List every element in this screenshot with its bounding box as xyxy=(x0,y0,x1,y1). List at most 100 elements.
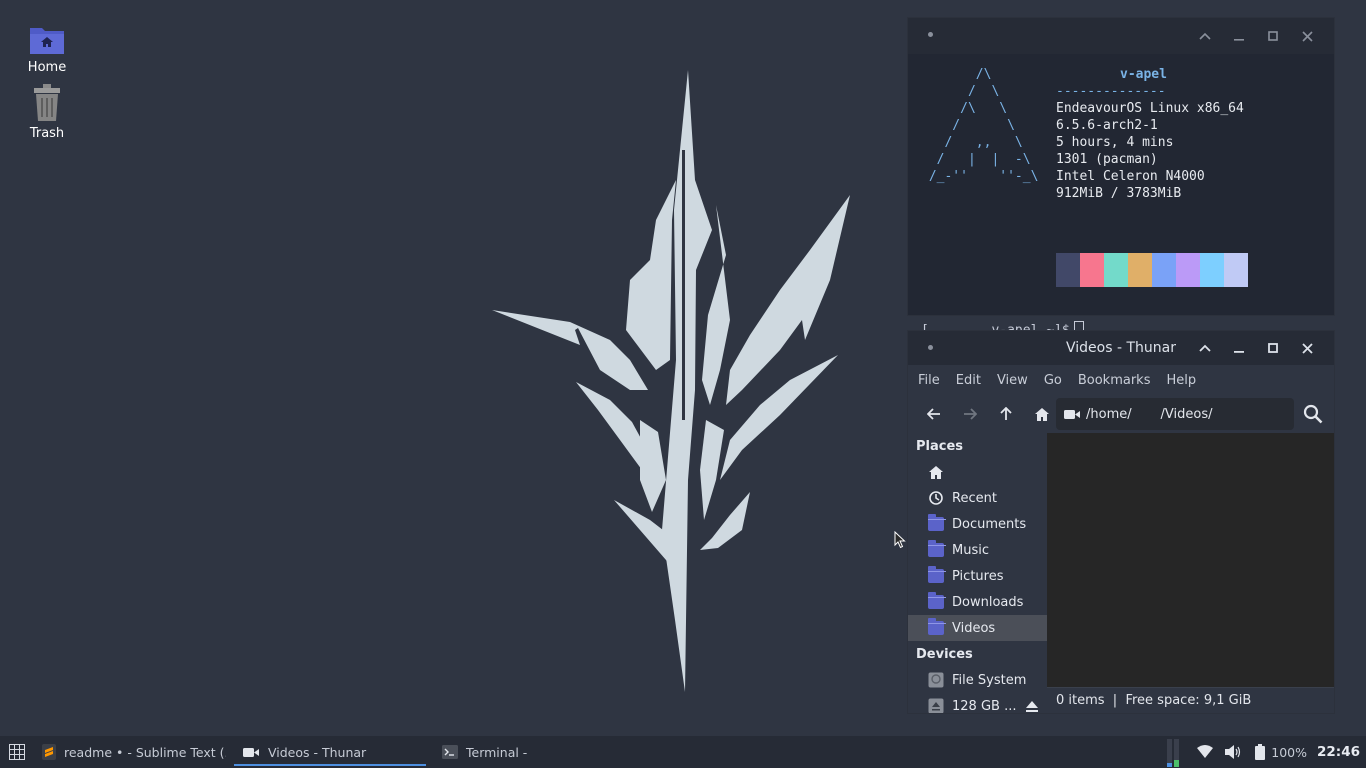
desktop-icon-home[interactable]: Home xyxy=(7,22,87,75)
close-icon xyxy=(1301,342,1313,354)
menu-bookmarks[interactable]: Bookmarks xyxy=(1078,373,1151,388)
video-camera-icon xyxy=(243,747,259,757)
up-button[interactable] xyxy=(988,399,1024,429)
terminal-output[interactable]: /\ / \ /\ \ / \ / ,, \ / | | -\ /_-'' ''… xyxy=(908,54,1334,338)
back-button[interactable] xyxy=(916,399,952,429)
color-swatch xyxy=(1224,253,1248,287)
sidebar-item-downloads[interactable]: Downloads xyxy=(908,589,1047,615)
desktop-icon-label: Home xyxy=(27,60,67,75)
task-terminal[interactable]: Terminal - ... xyxy=(434,736,628,768)
terminal-icon xyxy=(442,745,458,759)
trash-icon xyxy=(34,84,60,121)
window-menu-dot[interactable] xyxy=(928,345,933,350)
usb-drive-icon xyxy=(928,698,944,713)
color-swatch xyxy=(1128,253,1152,287)
minimize-button[interactable] xyxy=(1222,18,1256,54)
maximize-icon xyxy=(1268,343,1278,353)
battery-icon[interactable] xyxy=(1255,744,1266,760)
maximize-button[interactable] xyxy=(1256,331,1290,365)
fetch-separator: -------------- xyxy=(1056,84,1166,99)
sidebar-item-label: Downloads xyxy=(952,594,1024,610)
fetch-info: v-apel -------------- EndeavourOS Linux x8… xyxy=(1056,66,1244,202)
minimize-icon xyxy=(1234,351,1244,353)
color-swatch xyxy=(1056,253,1080,287)
home-icon xyxy=(1035,407,1049,421)
sidebar-item-pictures[interactable]: Pictures xyxy=(908,563,1047,589)
search-button[interactable] xyxy=(1298,399,1328,429)
terminal-window[interactable]: /\ / \ /\ \ / \ / ,, \ / | | -\ /_-'' ''… xyxy=(907,17,1335,338)
thunar-window[interactable]: Videos - Thunar File Edit View Go Bookma… xyxy=(907,330,1335,714)
color-swatch xyxy=(1152,253,1176,287)
task-thunar[interactable]: Videos - Thunar xyxy=(234,736,426,768)
menu-file[interactable]: File xyxy=(918,373,940,388)
clock[interactable]: 22:46 xyxy=(1317,744,1360,760)
sidebar-item-recent[interactable]: Recent xyxy=(908,485,1047,511)
fetch-uptime: 5 hours, 4 mins xyxy=(1056,135,1174,150)
desktop-icon-trash[interactable]: Trash xyxy=(7,84,87,141)
close-icon xyxy=(1301,30,1313,42)
fetch-user: v-apel xyxy=(1120,67,1167,82)
forward-button[interactable] xyxy=(952,399,988,429)
volume-icon[interactable] xyxy=(1225,745,1241,759)
sidebar-item-documents[interactable]: Documents xyxy=(908,511,1047,537)
shade-button[interactable] xyxy=(1188,331,1222,365)
home-button[interactable] xyxy=(1024,399,1060,429)
task-label: readme • - Sublime Text (... xyxy=(64,744,226,760)
task-label: Terminal - ... xyxy=(466,744,528,760)
fetch-kernel: 6.5.6-arch2-1 xyxy=(1056,118,1158,133)
terminal-titlebar[interactable] xyxy=(908,18,1334,54)
sidebar-item-music[interactable]: Music xyxy=(908,537,1047,563)
mouse-pointer-icon xyxy=(894,531,906,549)
menu-go[interactable]: Go xyxy=(1044,373,1062,388)
taskbar: readme • - Sublime Text (... Videos - Th… xyxy=(0,736,1366,768)
app-menu-button[interactable] xyxy=(0,736,34,768)
fetch-cpu: Intel Celeron N4000 xyxy=(1056,169,1205,184)
location-bar[interactable]: /home/ /Videos/ xyxy=(1056,398,1294,430)
menu-view[interactable]: View xyxy=(997,373,1028,388)
cpu-monitor[interactable] xyxy=(1167,737,1183,767)
arrow-left-icon xyxy=(927,408,940,420)
statusbar: 0 items | Free space: 9,1 GiB xyxy=(1047,687,1334,713)
menu-help[interactable]: Help xyxy=(1166,373,1196,388)
search-icon xyxy=(1303,404,1323,424)
thunar-titlebar[interactable]: Videos - Thunar xyxy=(908,331,1334,365)
folder-music-icon xyxy=(928,540,946,557)
toolbar: /home/ /Videos/ xyxy=(908,395,1334,433)
sidebar-item-label: Pictures xyxy=(952,568,1004,584)
task-label: Videos - Thunar xyxy=(268,744,367,760)
shade-button[interactable] xyxy=(1188,18,1222,54)
cpu-bar xyxy=(1167,739,1173,767)
minimize-icon xyxy=(1234,39,1244,41)
menubar: File Edit View Go Bookmarks Help xyxy=(908,365,1334,395)
window-menu-dot[interactable] xyxy=(928,32,933,37)
sidebar-item-videos[interactable]: Videos xyxy=(908,615,1047,641)
sidebar-item-label: Documents xyxy=(952,516,1027,532)
sidebar-item-usb-drive[interactable]: 128 GB ... xyxy=(908,693,1047,713)
sidebar-item-home[interactable] xyxy=(908,459,1047,485)
fetch-packages: 1301 (pacman) xyxy=(1056,152,1158,167)
home-folder-icon xyxy=(30,28,64,54)
sidebar-item-file-system[interactable]: File System xyxy=(908,667,1047,693)
color-swatch xyxy=(1080,253,1104,287)
file-view[interactable] xyxy=(1047,433,1334,687)
sidebar-item-label: Recent xyxy=(952,490,997,506)
eject-icon[interactable] xyxy=(1026,700,1039,712)
sidebar-item-label: 128 GB ... xyxy=(952,698,1017,714)
arrow-right-icon xyxy=(964,408,977,420)
maximize-button[interactable] xyxy=(1256,18,1290,54)
fetch-memory: 912MiB / 3783MiB xyxy=(1056,186,1182,201)
thunar-title: Videos - Thunar xyxy=(1066,340,1176,356)
minimize-button[interactable] xyxy=(1222,331,1256,365)
devices-header: Devices xyxy=(916,647,973,662)
menu-edit[interactable]: Edit xyxy=(956,373,981,388)
wifi-icon[interactable] xyxy=(1197,745,1214,759)
close-button[interactable] xyxy=(1290,331,1324,365)
sidebar-item-label: Videos xyxy=(952,620,996,636)
folder-documents-icon xyxy=(928,514,946,531)
folder-pictures-icon xyxy=(928,566,946,583)
task-sublime-text[interactable]: readme • - Sublime Text (... xyxy=(34,736,226,768)
side-pane: Places Recent Documents Music Pictures D… xyxy=(908,433,1047,713)
color-swatch xyxy=(1176,253,1200,287)
color-swatch xyxy=(1104,253,1128,287)
close-button[interactable] xyxy=(1290,18,1324,54)
